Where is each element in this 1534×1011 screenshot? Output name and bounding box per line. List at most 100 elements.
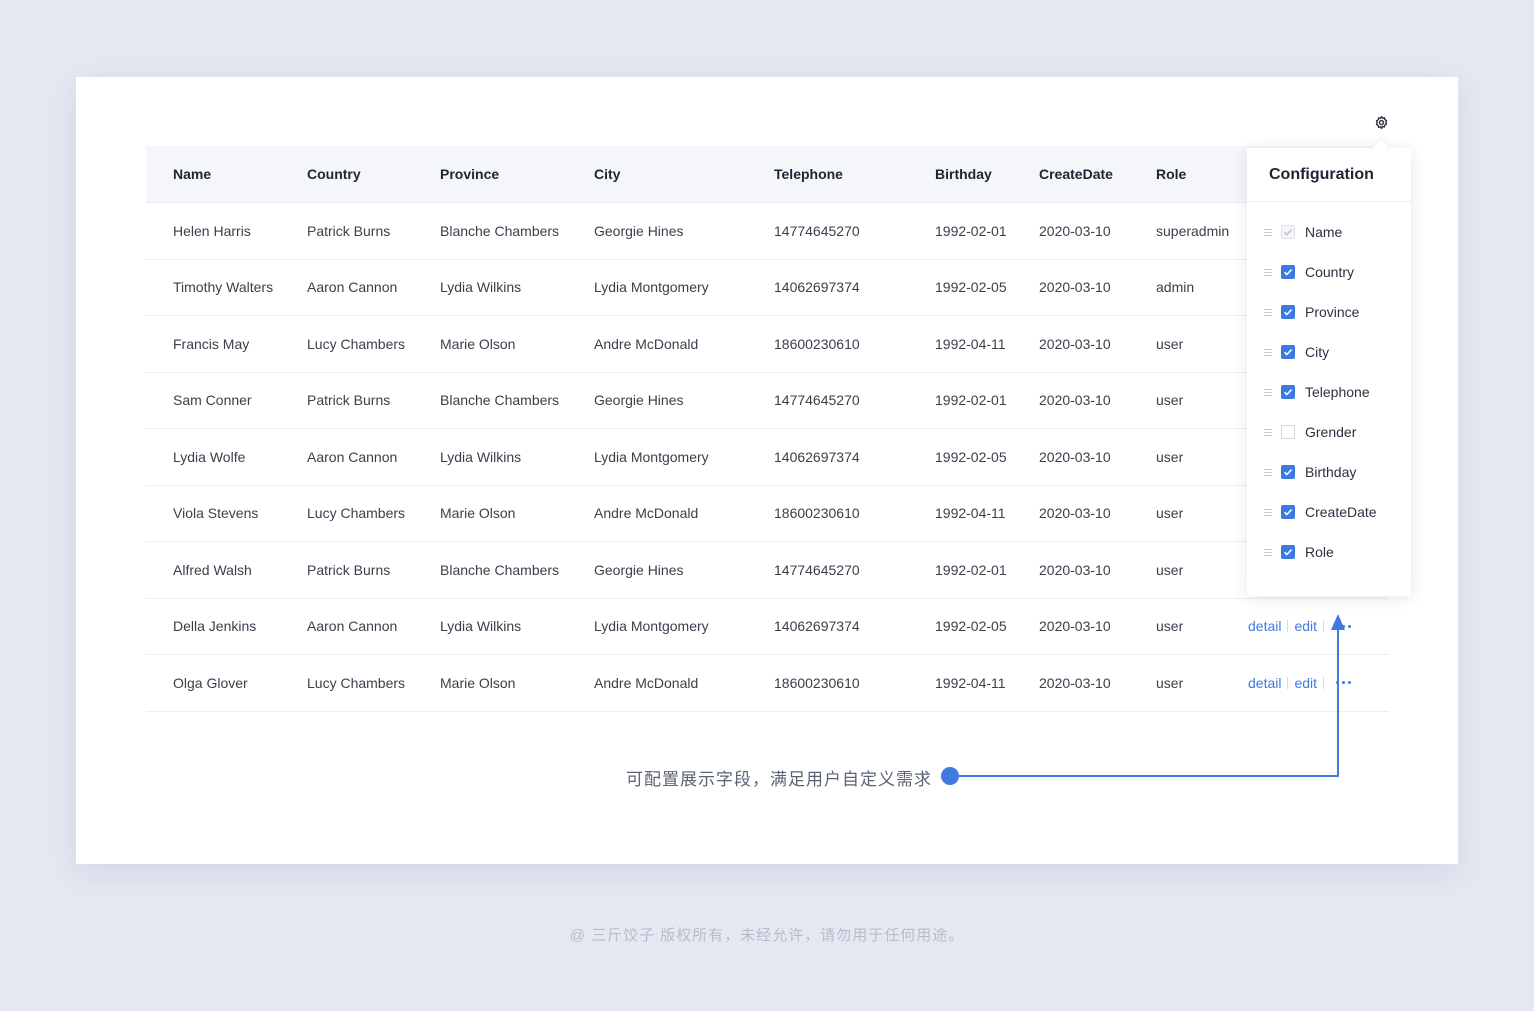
cell-city: Georgie Hines	[567, 372, 747, 429]
column-option-telephone[interactable]: Telephone	[1247, 372, 1411, 412]
column-option-label: Name	[1305, 224, 1343, 240]
action-divider	[1287, 620, 1289, 633]
checkbox[interactable]	[1281, 505, 1295, 519]
checkbox[interactable]	[1281, 305, 1295, 319]
cell-createdate: 2020-03-10	[1012, 654, 1129, 712]
cell-telephone: 18600230610	[747, 315, 908, 373]
cell-birthday: 1992-02-05	[908, 259, 1012, 316]
edit-link[interactable]: edit	[1294, 675, 1317, 691]
cell-city: Lydia Montgomery	[567, 598, 747, 655]
cell-province: Marie Olson	[413, 654, 567, 712]
table-row: Sam Conner Patrick Burns Blanche Chambers G…	[146, 372, 1389, 429]
table-row: Lydia Wolfe Aaron Cannon Lydia Wilkins Lydi…	[146, 428, 1389, 486]
cell-createdate: 2020-03-10	[1012, 315, 1129, 373]
drag-handle-icon[interactable]	[1264, 548, 1272, 556]
cell-actions: detail edit	[1238, 654, 1389, 712]
cell-province: Marie Olson	[413, 315, 567, 373]
cell-createdate: 2020-03-10	[1012, 598, 1129, 655]
column-option-label: City	[1305, 344, 1330, 360]
cell-birthday: 1992-04-11	[908, 485, 1012, 542]
column-option-label: Province	[1305, 304, 1360, 320]
column-option-province[interactable]: Province	[1247, 292, 1411, 332]
column-option-createdate[interactable]: CreateDate	[1247, 492, 1411, 532]
column-header-role[interactable]: Role	[1129, 146, 1238, 203]
cell-name: Timothy Walters	[146, 259, 280, 316]
column-header-city[interactable]: City	[567, 146, 747, 203]
action-divider	[1323, 676, 1325, 689]
column-header-telephone[interactable]: Telephone	[747, 146, 908, 203]
drag-handle-icon[interactable]	[1264, 388, 1272, 396]
cell-name: Olga Glover	[146, 654, 280, 712]
drag-handle-icon[interactable]	[1264, 308, 1272, 316]
checkbox	[1281, 225, 1295, 239]
cell-role: user	[1129, 315, 1238, 373]
column-option-city[interactable]: City	[1247, 332, 1411, 372]
cell-role: admin	[1129, 259, 1238, 316]
column-config-popover: Configuration Name Country Province City Tel…	[1247, 148, 1411, 596]
checkbox[interactable]	[1281, 465, 1295, 479]
column-config-list: Name Country Province City Telephone Grender B…	[1247, 202, 1411, 572]
column-header-name[interactable]: Name	[146, 146, 280, 203]
checkbox[interactable]	[1281, 345, 1295, 359]
column-option-birthday[interactable]: Birthday	[1247, 452, 1411, 492]
detail-link[interactable]: detail	[1248, 675, 1281, 691]
drag-handle-icon[interactable]	[1264, 348, 1272, 356]
cell-birthday: 1992-02-01	[908, 372, 1012, 429]
table-row: Helen Harris Patrick Burns Blanche Chamber…	[146, 202, 1389, 260]
column-option-label: Role	[1305, 544, 1334, 560]
column-header-birthday[interactable]: Birthday	[908, 146, 1012, 203]
cell-birthday: 1992-04-11	[908, 654, 1012, 712]
table-row: Alfred Walsh Patrick Burns Blanche Chamber…	[146, 541, 1389, 599]
cell-province: Lydia Wilkins	[413, 598, 567, 655]
cell-telephone: 14062697374	[747, 598, 908, 655]
cell-birthday: 1992-02-05	[908, 428, 1012, 486]
action-divider	[1323, 620, 1325, 633]
column-header-province[interactable]: Province	[413, 146, 567, 203]
checkbox[interactable]	[1281, 385, 1295, 399]
action-divider	[1287, 676, 1289, 689]
cell-createdate: 2020-03-10	[1012, 259, 1129, 316]
cell-country: Patrick Burns	[280, 202, 413, 260]
cell-actions: detail edit	[1238, 598, 1389, 655]
column-option-name[interactable]: Name	[1247, 212, 1411, 252]
drag-handle-icon[interactable]	[1264, 468, 1272, 476]
checkbox[interactable]	[1281, 425, 1295, 439]
column-option-label: Birthday	[1305, 464, 1357, 480]
cell-city: Georgie Hines	[567, 541, 747, 599]
cell-createdate: 2020-03-10	[1012, 202, 1129, 260]
cell-name: Viola Stevens	[146, 485, 280, 542]
cell-province: Blanche Chambers	[413, 202, 567, 260]
popover-title: Configuration	[1247, 148, 1411, 202]
column-option-role[interactable]: Role	[1247, 532, 1411, 572]
cell-name: Francis May	[146, 315, 280, 373]
table-row: Della Jenkins Aaron Cannon Lydia Wilkins Ly…	[146, 598, 1389, 655]
column-settings-button[interactable]	[1371, 112, 1391, 132]
more-icon[interactable]	[1336, 624, 1352, 628]
drag-handle-icon[interactable]	[1264, 508, 1272, 516]
cell-name: Sam Conner	[146, 372, 280, 429]
column-header-createdate[interactable]: CreateDate	[1012, 146, 1129, 203]
cell-role: user	[1129, 598, 1238, 655]
drag-handle-icon[interactable]	[1264, 428, 1272, 436]
cell-role: user	[1129, 428, 1238, 486]
cell-telephone: 14062697374	[747, 259, 908, 316]
cell-telephone: 14062697374	[747, 428, 908, 486]
drag-handle-icon[interactable]	[1264, 268, 1272, 276]
cell-telephone: 14774645270	[747, 202, 908, 260]
cell-province: Lydia Wilkins	[413, 428, 567, 486]
edit-link[interactable]: edit	[1294, 618, 1317, 634]
column-header-country[interactable]: Country	[280, 146, 413, 203]
cell-role: user	[1129, 654, 1238, 712]
more-icon[interactable]	[1336, 681, 1352, 685]
cell-province: Blanche Chambers	[413, 372, 567, 429]
checkbox[interactable]	[1281, 545, 1295, 559]
cell-city: Andre McDonald	[567, 654, 747, 712]
drag-handle-icon[interactable]	[1264, 228, 1272, 236]
column-option-grender[interactable]: Grender	[1247, 412, 1411, 452]
column-option-country[interactable]: Country	[1247, 252, 1411, 292]
detail-link[interactable]: detail	[1248, 618, 1281, 634]
cell-birthday: 1992-02-01	[908, 202, 1012, 260]
table-row: Viola Stevens Lucy Chambers Marie Olson And…	[146, 485, 1389, 542]
checkbox[interactable]	[1281, 265, 1295, 279]
cell-telephone: 18600230610	[747, 654, 908, 712]
